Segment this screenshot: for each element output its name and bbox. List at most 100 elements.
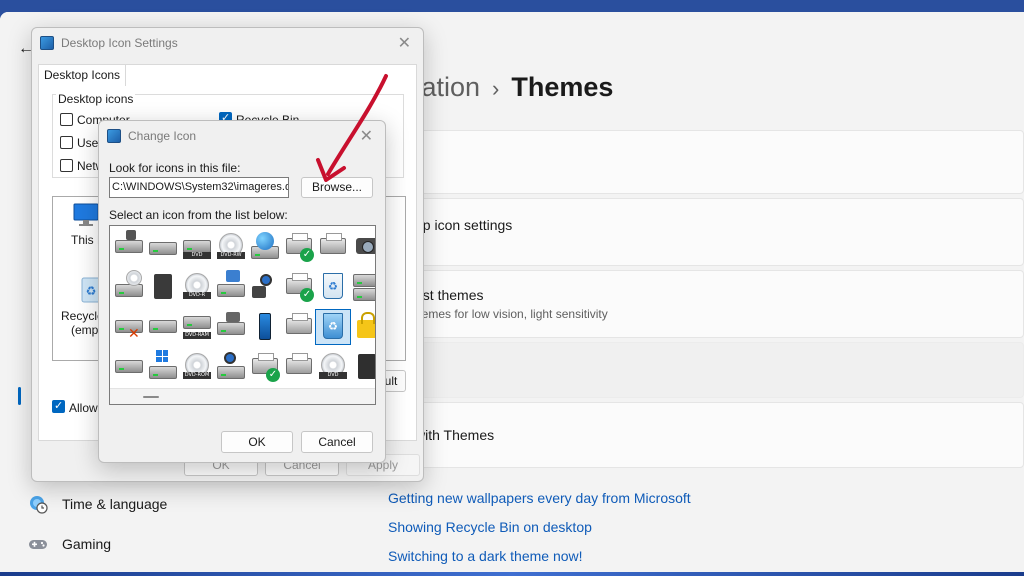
- dialog-title: Desktop Icon Settings: [61, 36, 178, 50]
- icon-option[interactable]: [112, 350, 146, 384]
- sidebar-item-time-language[interactable]: Time & language: [28, 494, 167, 514]
- icon-option[interactable]: ✓: [282, 270, 316, 304]
- drive-icon: [149, 242, 177, 255]
- settings-card-help-with-themes[interactable]: with Themes: [388, 402, 1024, 468]
- settings-card-desktop-icon-settings[interactable]: op icon settings: [388, 198, 1024, 266]
- drive-icon: [353, 274, 375, 287]
- icon-option[interactable]: [214, 270, 248, 304]
- icon-option[interactable]: ✓: [282, 230, 316, 264]
- icon-option[interactable]: [350, 350, 375, 384]
- breadcrumb-separator-icon: ›: [492, 76, 500, 101]
- help-links: Getting new wallpapers every day from Mi…: [388, 488, 691, 572]
- settings-section-related: t: [388, 342, 1024, 398]
- phone-icon: [259, 313, 271, 340]
- cancel-button[interactable]: Cancel: [301, 431, 373, 453]
- printer-icon: [286, 313, 312, 334]
- checkbox-allow-themes[interactable]: [52, 399, 65, 413]
- icon-option[interactable]: DVD-ROM: [180, 350, 214, 384]
- recycle-bin-full-icon: ♻: [323, 273, 343, 299]
- drive-icon: [115, 360, 143, 373]
- lock-icon: [357, 312, 375, 338]
- group-label: Desktop icons: [56, 92, 136, 106]
- icon-option[interactable]: [350, 270, 375, 304]
- windows-logo-icon: [156, 350, 168, 362]
- change-icon-dialog: Change Icon ✕ Look for icons in this fil…: [98, 120, 386, 463]
- icon-grid[interactable]: DVD DVD-RW ✓ DVD-R ✓ ♻ ✕ DVD-RAM ♻ DVD-R…: [109, 225, 376, 405]
- drive-icon: [115, 284, 143, 297]
- checkbox-network[interactable]: [60, 159, 73, 172]
- icon-option[interactable]: ♻: [316, 270, 350, 304]
- icon-option[interactable]: [214, 310, 248, 344]
- memory-card-icon: [358, 354, 375, 379]
- icon-option[interactable]: ✕: [112, 310, 146, 344]
- icon-option[interactable]: [316, 230, 350, 264]
- icon-option[interactable]: DVD-RAM: [180, 310, 214, 344]
- icon-option[interactable]: [282, 310, 316, 344]
- card-subtitle: hemes for low vision, light sensitivity: [415, 307, 608, 321]
- card-title: with Themes: [415, 427, 495, 443]
- recycle-bin-icon: ♻: [323, 313, 343, 339]
- dialog-titlebar[interactable]: Desktop Icon Settings: [32, 28, 423, 58]
- icon-option[interactable]: ✓: [248, 350, 282, 384]
- close-icon[interactable]: ✕: [360, 126, 373, 146]
- drive-icon: [149, 320, 177, 333]
- icon-option[interactable]: [112, 270, 146, 304]
- dialog-title: Change Icon: [128, 129, 197, 143]
- horizontal-scrollbar[interactable]: [110, 388, 375, 404]
- card-title: op icon settings: [415, 217, 513, 233]
- icon-option[interactable]: [112, 230, 146, 264]
- icon-option[interactable]: DVD: [180, 230, 214, 264]
- help-link[interactable]: Switching to a dark theme now!: [388, 546, 691, 572]
- dvd-ram-drive-icon: [183, 316, 211, 329]
- webcam-icon: [260, 274, 272, 286]
- page-title: lization › Themes: [396, 72, 613, 103]
- icon-option[interactable]: [248, 270, 282, 304]
- drive-icon: [217, 284, 245, 297]
- gamepad-icon: [29, 540, 47, 549]
- scrollbar-thumb[interactable]: [143, 396, 159, 398]
- help-link[interactable]: Showing Recycle Bin on desktop: [388, 517, 691, 546]
- sidebar-item-gaming[interactable]: Gaming: [28, 534, 111, 554]
- desktop-icon-settings-app-icon: [40, 36, 54, 50]
- icon-option[interactable]: [146, 230, 180, 264]
- device-icon: [154, 274, 172, 299]
- icon-option[interactable]: [248, 230, 282, 264]
- camera-icon: [356, 238, 375, 254]
- icon-option[interactable]: [146, 310, 180, 344]
- icon-option[interactable]: DVD-RW: [214, 230, 248, 264]
- drive-icon: [217, 366, 245, 379]
- icon-file-path-input[interactable]: C:\WINDOWS\System32\imageres.dll: [109, 177, 289, 198]
- icon-option[interactable]: DVD-R: [180, 270, 214, 304]
- checkbox-user-files[interactable]: [60, 136, 73, 149]
- icon-list-label: Select an icon from the list below:: [109, 208, 288, 222]
- icon-option[interactable]: [146, 350, 180, 384]
- browse-button[interactable]: Browse...: [301, 177, 373, 198]
- settings-card-background[interactable]: s: [388, 130, 1024, 194]
- look-for-icons-label: Look for icons in this file:: [109, 161, 241, 175]
- settings-card-contrast-themes[interactable]: ast themes hemes for low vision, light s…: [388, 270, 1024, 338]
- printer-icon: [286, 353, 312, 374]
- dialog-titlebar[interactable]: Change Icon: [99, 121, 385, 151]
- icon-option-selected[interactable]: ♻: [315, 309, 351, 345]
- close-icon[interactable]: ✕: [398, 33, 411, 53]
- icon-option[interactable]: [248, 310, 282, 344]
- icon-option[interactable]: [146, 270, 180, 304]
- icon-option[interactable]: [214, 350, 248, 384]
- sidebar-item-label: Gaming: [62, 536, 112, 552]
- monitor-icon: [73, 203, 99, 226]
- help-link[interactable]: Getting new wallpapers every day from Mi…: [388, 488, 691, 517]
- icon-option[interactable]: [350, 230, 375, 264]
- globe-icon: [256, 232, 274, 250]
- drive-icon: [217, 322, 245, 335]
- sidebar-item-label: Time & language: [62, 496, 168, 512]
- icon-option[interactable]: DVD: [316, 350, 350, 384]
- ok-button[interactable]: OK: [221, 431, 293, 453]
- tab-desktop-icons[interactable]: Desktop Icons: [38, 64, 127, 86]
- checkbox-computer[interactable]: [60, 113, 73, 126]
- nav-selected-marker: [18, 387, 21, 405]
- globe-clock-icon: [30, 496, 48, 514]
- icon-option[interactable]: [282, 350, 316, 384]
- printer-icon: [320, 233, 346, 254]
- change-icon-app-icon: [107, 129, 121, 143]
- icon-option[interactable]: [350, 310, 375, 344]
